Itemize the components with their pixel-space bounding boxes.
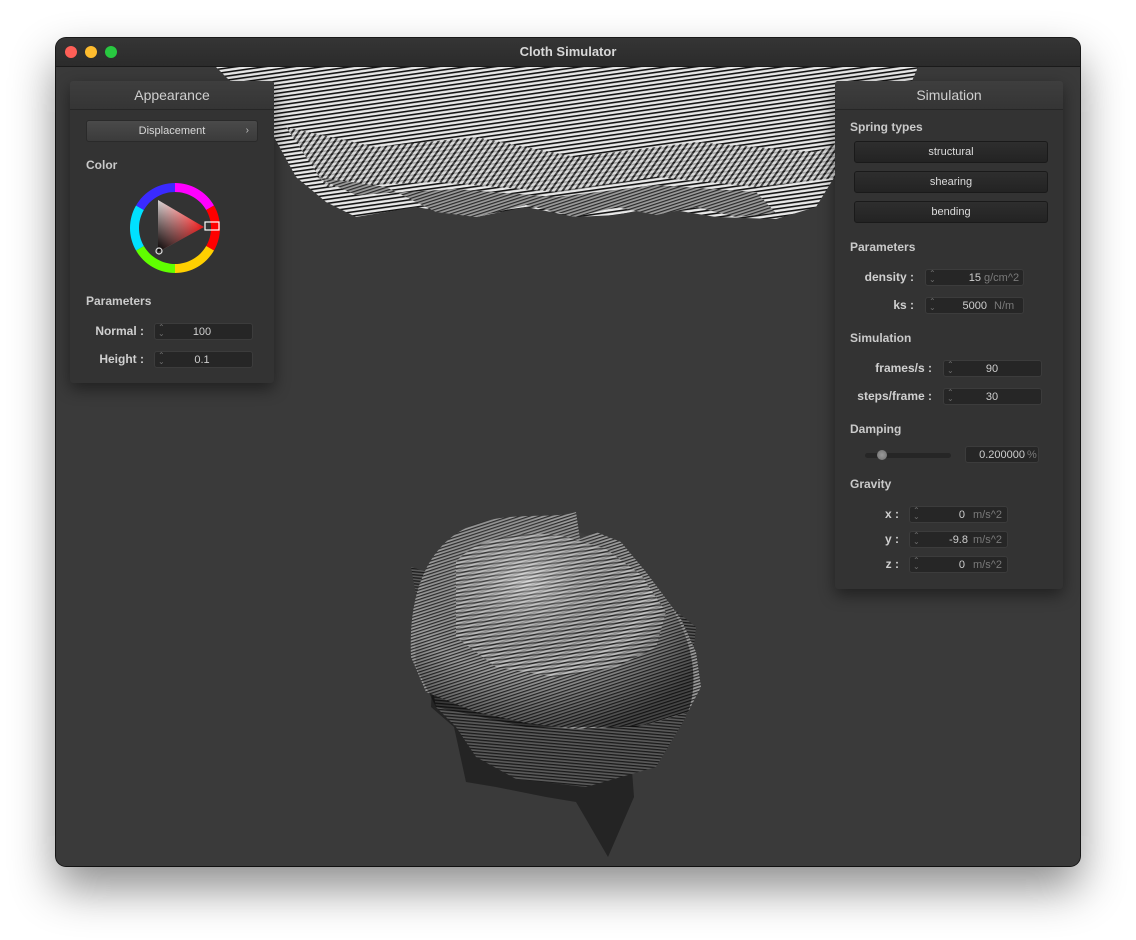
spinner-arrows-icon[interactable]: ⌃ ⌄ [929, 270, 936, 284]
simulation-parameters-label: Parameters [850, 240, 916, 254]
frames-per-s-value: 90 [985, 363, 999, 375]
ks-unit: N/m [994, 300, 1015, 312]
spinner-arrows-icon[interactable]: ⌃ ⌄ [158, 324, 165, 338]
simulation-panel: Simulation Spring types structural shear… [835, 81, 1063, 589]
ks-input[interactable]: ⌃ ⌄ 5000 N/m [925, 297, 1024, 314]
spinner-arrows-icon[interactable]: ⌃ ⌄ [913, 532, 920, 546]
spinner-arrows-icon[interactable]: ⌃ ⌄ [929, 298, 936, 312]
damping-slider-knob[interactable] [877, 450, 888, 460]
shader-dropdown[interactable]: Displacement › [86, 120, 258, 142]
gravity-x-label: x : [884, 507, 899, 521]
appearance-parameters-label: Parameters [86, 294, 152, 308]
appearance-panel: Appearance Displacement › Color Paramete… [70, 81, 274, 383]
steps-per-frame-input[interactable]: ⌃ ⌄ 30 [943, 388, 1042, 405]
spinner-arrows-icon[interactable]: ⌃ ⌄ [947, 389, 954, 403]
gravity-y-value: -9.8 [949, 534, 968, 546]
normal-input[interactable]: ⌃ ⌄ 100 [154, 323, 253, 340]
damping-value: 0.200000 [979, 449, 1025, 461]
gravity-y-label: y : [884, 532, 899, 546]
density-unit: g/cm^2 [984, 272, 1020, 284]
shader-dropdown-value: Displacement [138, 125, 206, 137]
damping-unit: % [1027, 449, 1037, 461]
appearance-header: Appearance [70, 81, 274, 110]
chevron-right-icon: › [245, 125, 249, 136]
damping-input[interactable]: 0.200000 % [965, 446, 1039, 463]
spinner-arrows-icon[interactable]: ⌃ ⌄ [947, 361, 954, 375]
height-input[interactable]: ⌃ ⌄ 0.1 [154, 351, 253, 368]
gravity-x-input[interactable]: ⌃ ⌄ 0 m/s^2 [909, 506, 1008, 523]
normal-label: Normal : [95, 324, 144, 338]
gravity-label: Gravity [850, 477, 892, 491]
color-wheel[interactable] [128, 181, 222, 275]
gravity-y-input[interactable]: ⌃ ⌄ -9.8 m/s^2 [909, 531, 1008, 548]
density-label: density : [864, 270, 914, 284]
app-window: Cloth Simulator Appearance Displacement … [56, 38, 1080, 866]
steps-per-frame-value: 30 [985, 391, 999, 403]
ks-label: ks : [893, 298, 914, 312]
color-label: Color [86, 158, 118, 172]
gravity-z-label: z : [885, 557, 899, 571]
gravity-x-value: 0 [958, 509, 965, 521]
gravity-y-unit: m/s^2 [973, 534, 1002, 546]
title-bar: Cloth Simulator [56, 38, 1080, 67]
height-value: 0.1 [194, 354, 210, 366]
window-title: Cloth Simulator [519, 44, 617, 59]
bending-button[interactable]: bending [854, 201, 1048, 223]
frames-per-s-input[interactable]: ⌃ ⌄ 90 [943, 360, 1042, 377]
density-value: 15 [968, 272, 981, 284]
damping-slider[interactable] [865, 450, 951, 460]
spring-types-label: Spring types [850, 120, 923, 134]
gravity-z-value: 0 [958, 559, 965, 571]
gravity-z-unit: m/s^2 [973, 559, 1002, 571]
damping-label: Damping [850, 422, 902, 436]
simulation-header: Simulation [835, 81, 1063, 110]
density-input[interactable]: ⌃ ⌄ 15 g/cm^2 [925, 269, 1024, 286]
height-label: Height : [99, 352, 144, 366]
spinner-arrows-icon[interactable]: ⌃ ⌄ [158, 352, 165, 366]
shearing-button[interactable]: shearing [854, 171, 1048, 193]
ks-value: 5000 [962, 300, 987, 312]
steps-per-frame-label: steps/frame : [857, 389, 932, 403]
normal-value: 100 [192, 326, 212, 338]
cloth-top-render [216, 67, 918, 219]
structural-button[interactable]: structural [854, 141, 1048, 163]
gravity-x-unit: m/s^2 [973, 509, 1002, 521]
spinner-arrows-icon[interactable]: ⌃ ⌄ [913, 507, 920, 521]
simulation-subsection-label: Simulation [850, 331, 912, 345]
cloth-ball-render [410, 512, 701, 857]
gravity-z-input[interactable]: ⌃ ⌄ 0 m/s^2 [909, 556, 1008, 573]
spinner-arrows-icon[interactable]: ⌃ ⌄ [913, 557, 920, 571]
frames-per-s-label: frames/s : [875, 361, 932, 375]
